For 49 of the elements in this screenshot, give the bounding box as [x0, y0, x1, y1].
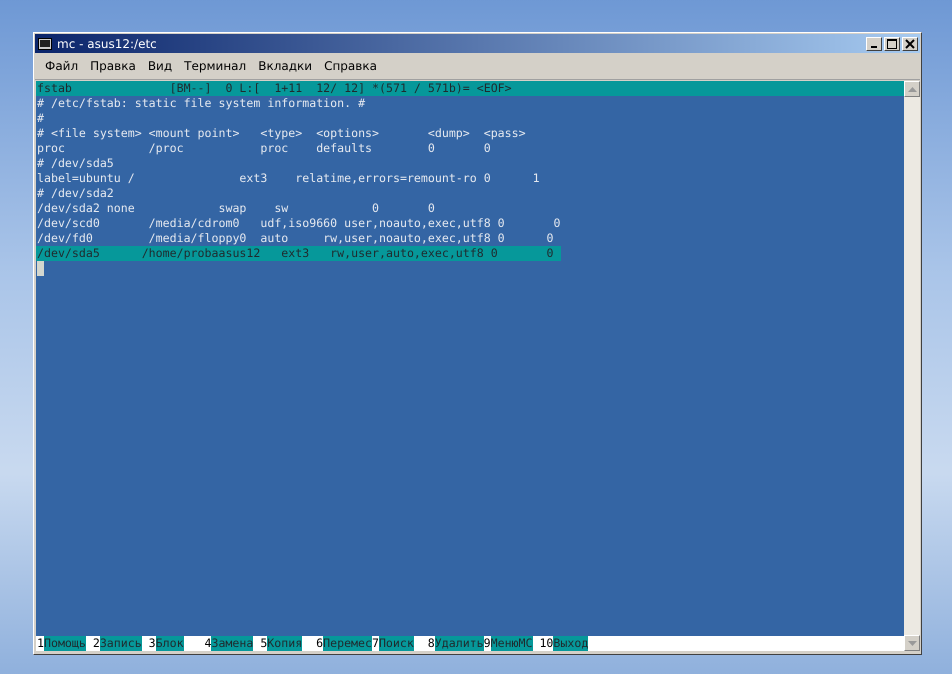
down-arrow-icon — [908, 640, 916, 646]
function-key-button[interactable]: Перемес — [323, 636, 372, 651]
text-line: proc /proc proc defaults 0 0 — [36, 141, 491, 156]
function-key-button[interactable]: Запись — [100, 636, 142, 651]
menu-item[interactable]: Правка — [84, 57, 142, 75]
function-key-button[interactable]: Помощь — [44, 636, 86, 651]
function-key-button[interactable]: Поиск — [378, 636, 414, 651]
close-icon — [905, 38, 915, 48]
maximize-icon — [887, 38, 897, 48]
maximize-button[interactable] — [884, 36, 900, 50]
function-key-number: 1 — [37, 636, 44, 651]
function-key-number: 7 — [372, 636, 379, 651]
function-key-button[interactable]: Выход — [553, 636, 588, 651]
function-key-button[interactable]: Блок — [156, 636, 184, 651]
menu-item[interactable]: Терминал — [178, 57, 252, 75]
function-key-button[interactable]: Замена — [211, 636, 254, 651]
minimize-button[interactable] — [866, 36, 882, 50]
text-line: # /dev/sda5 — [36, 156, 114, 171]
function-key-number: 5 — [260, 636, 268, 651]
function-key-button[interactable]: Копия — [267, 636, 302, 651]
menu-item[interactable]: Справка — [318, 57, 383, 75]
text-line: # <file system> <mount point> <type> <options> <dump> <pass> — [36, 126, 526, 141]
close-button[interactable] — [902, 36, 918, 50]
scrollbar[interactable] — [904, 81, 920, 651]
text-line: /dev/scd0 /media/cdrom0 udf,iso9660 user,noauto,exec,utf8 0 0 — [36, 216, 561, 231]
text-line: /dev/sda2 none swap sw 0 0 — [36, 201, 435, 216]
text-line: label=ubuntu / ext3 relatime,errors=remount-ro 0 1 — [36, 171, 540, 186]
menu-item[interactable]: Вкладки — [252, 57, 318, 75]
function-key-number: 4 — [204, 636, 212, 651]
window-title: mc - asus12:/etc — [57, 36, 158, 50]
menu-item[interactable]: Вид — [142, 57, 178, 75]
function-key-number: 6 — [316, 636, 324, 651]
terminal-icon — [38, 38, 52, 50]
function-key-number: 10 — [539, 636, 554, 651]
text-line: # /dev/sda2 — [36, 186, 114, 201]
text-line: # /etc/fstab: static file system information. # — [36, 96, 366, 111]
minimize-icon — [871, 46, 877, 48]
text-line: # — [36, 111, 44, 126]
menu-item[interactable]: Файл — [39, 57, 84, 75]
function-key-button[interactable]: МенюMC — [490, 636, 532, 651]
function-key-number: 9 — [484, 636, 491, 651]
function-key-number: 3 — [148, 636, 156, 651]
function-key-number: 8 — [428, 636, 435, 651]
up-arrow-icon — [908, 86, 916, 92]
scroll-up-button[interactable] — [904, 81, 920, 97]
text-line: /dev/fd0 /media/floppy0 auto rw,user,noauto,exec,utf8 0 0 — [36, 231, 554, 246]
function-key-button[interactable]: Удалить — [434, 636, 484, 651]
scroll-down-button[interactable] — [904, 635, 920, 651]
function-key-number: 2 — [92, 636, 100, 651]
